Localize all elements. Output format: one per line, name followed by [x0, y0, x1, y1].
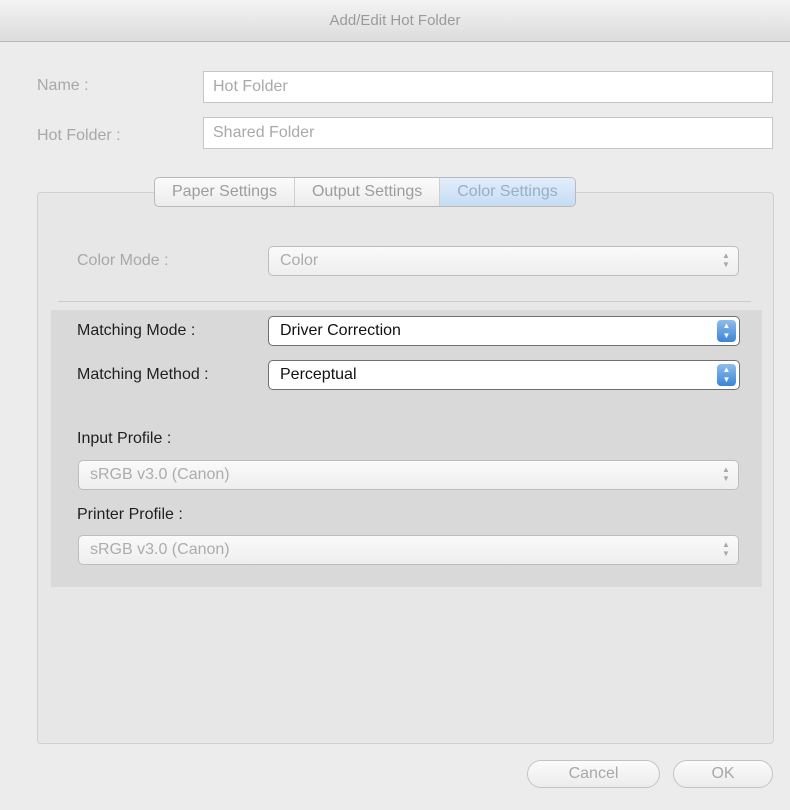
window-title: Add/Edit Hot Folder [0, 0, 790, 42]
input-profile-value: sRGB v3.0 (Canon) [90, 466, 230, 483]
color-mode-value: Color [280, 252, 319, 269]
up-down-arrows-icon: ▲ ▼ [722, 465, 730, 483]
printer-profile-popup[interactable]: sRGB v3.0 (Canon) ▲ ▼ [78, 535, 739, 565]
matching-mode-label: Matching Mode : [77, 322, 196, 339]
ok-button[interactable]: OK [673, 760, 773, 788]
tab-output-settings[interactable]: Output Settings [295, 178, 441, 206]
matching-method-value: Perceptual [280, 366, 357, 383]
hot-folder-label: Hot Folder : [37, 127, 121, 144]
input-profile-label: Input Profile : [77, 430, 172, 447]
printer-profile-value: sRGB v3.0 (Canon) [90, 541, 230, 558]
color-mode-label: Color Mode : [77, 252, 169, 269]
name-label: Name : [37, 77, 89, 94]
printer-profile-label: Printer Profile : [77, 506, 183, 523]
up-down-arrows-icon: ▲ ▼ [722, 540, 730, 558]
cancel-button[interactable]: Cancel [527, 760, 660, 788]
up-down-arrows-icon: ▲ ▼ [722, 251, 730, 269]
matching-method-popup[interactable]: Perceptual ▲ ▼ [268, 360, 740, 390]
name-field[interactable]: Hot Folder [203, 71, 773, 103]
divider [58, 301, 751, 302]
matching-mode-value: Driver Correction [280, 322, 401, 339]
up-down-arrows-icon: ▲ ▼ [717, 364, 736, 386]
up-down-arrows-icon: ▲ ▼ [717, 320, 736, 342]
settings-tabs: Paper Settings Output Settings Color Set… [154, 177, 576, 207]
color-mode-popup[interactable]: Color ▲ ▼ [268, 246, 739, 276]
input-profile-popup[interactable]: sRGB v3.0 (Canon) ▲ ▼ [78, 460, 739, 490]
tab-paper-settings[interactable]: Paper Settings [155, 178, 295, 206]
tab-color-settings[interactable]: Color Settings [440, 178, 575, 206]
matching-method-label: Matching Method : [77, 366, 209, 383]
matching-mode-popup[interactable]: Driver Correction ▲ ▼ [268, 316, 740, 346]
hot-folder-field[interactable]: Shared Folder [203, 117, 773, 149]
